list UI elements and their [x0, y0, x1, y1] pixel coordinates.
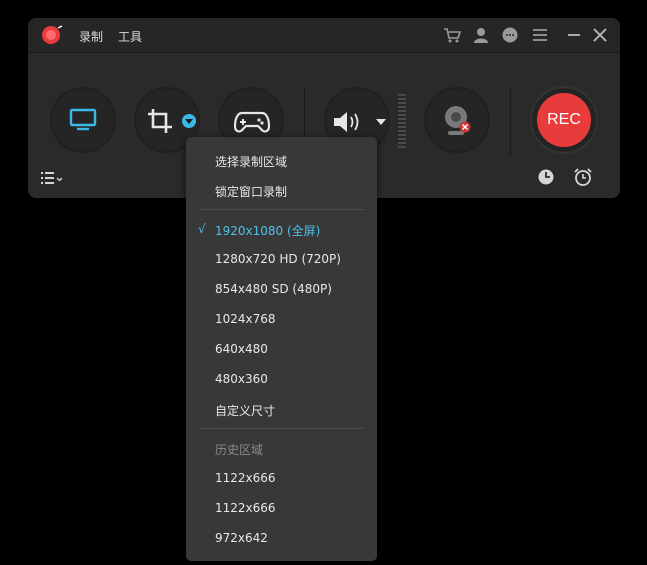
menu-tools[interactable]: 工具	[118, 28, 142, 45]
crop-icon	[148, 109, 172, 133]
rec-button-ring: REC	[530, 86, 598, 154]
dropdown-separator	[200, 209, 364, 210]
speaker-icon	[334, 112, 359, 132]
dropdown-item-history[interactable]: 1122x666	[215, 471, 276, 485]
dropdown-item-custom-size[interactable]: 自定义尺寸	[215, 402, 275, 419]
webcam-button[interactable]	[424, 87, 490, 153]
dropdown-separator	[200, 428, 364, 429]
menu-record[interactable]: 录制	[79, 28, 103, 45]
webcam-icon	[445, 106, 471, 135]
dropdown-item-resolution-480[interactable]: 480x360	[215, 372, 268, 386]
minimize-icon[interactable]	[564, 25, 584, 45]
chevron-down-icon	[185, 119, 193, 124]
dropdown-item-select-region[interactable]: 选择录制区域	[215, 153, 287, 170]
gamepad-icon	[234, 111, 270, 133]
dropdown-item-resolution-1024[interactable]: 1024x768	[215, 312, 276, 326]
region-dropdown-toggle[interactable]	[182, 114, 196, 128]
app-logo-icon	[42, 25, 63, 44]
audio-dropdown-chevron-icon[interactable]	[376, 119, 386, 125]
alarm-clock-icon[interactable]	[573, 167, 593, 187]
close-icon[interactable]	[590, 25, 610, 45]
dropdown-item-resolution-854[interactable]: 854x480 SD (480P)	[215, 282, 332, 296]
dropdown-item-resolution-640[interactable]: 640x480	[215, 342, 268, 356]
title-bar: 录制 工具	[28, 18, 620, 52]
dropdown-item-resolution-1280[interactable]: 1280x720 HD (720P)	[215, 252, 341, 266]
dropdown-item-resolution-1920[interactable]: 1920x1080 (全屏)	[215, 222, 320, 239]
dropdown-item-lock-window[interactable]: 锁定窗口录制	[215, 183, 287, 200]
menu-icon[interactable]	[530, 25, 550, 45]
toolbar-separator	[510, 88, 511, 156]
region-dropdown-menu: 选择录制区域 锁定窗口录制 √ 1920x1080 (全屏) 1280x720 …	[186, 137, 377, 561]
monitor-icon	[69, 108, 97, 131]
screen-capture-button[interactable]	[50, 87, 116, 153]
dropdown-item-history[interactable]: 972x642	[215, 531, 268, 545]
title-divider	[28, 52, 620, 53]
cart-icon[interactable]	[442, 25, 462, 45]
rec-button[interactable]: REC	[537, 93, 591, 147]
history-clock-icon[interactable]	[537, 168, 555, 186]
check-mark-icon: √	[198, 222, 206, 236]
dropdown-item-history[interactable]: 1122x666	[215, 501, 276, 515]
volume-meter	[398, 94, 406, 150]
chat-icon[interactable]	[500, 25, 520, 45]
list-menu-icon[interactable]	[40, 170, 66, 186]
user-icon[interactable]	[471, 25, 491, 45]
dropdown-history-header: 历史区域	[215, 443, 264, 457]
